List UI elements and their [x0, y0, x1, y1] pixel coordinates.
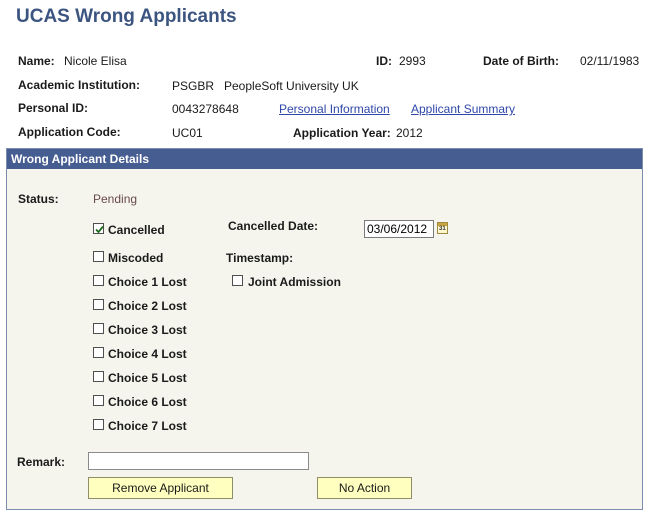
checkbox-choice-2-lost[interactable]: [93, 299, 104, 310]
remark-input[interactable]: [88, 452, 309, 470]
checkbox-label: Choice 6 Lost: [108, 395, 187, 409]
status-label: Status:: [18, 192, 59, 206]
personal-information-link[interactable]: Personal Information: [279, 102, 390, 116]
id-value: 2993: [399, 54, 426, 68]
checkbox-label: Miscoded: [108, 251, 164, 265]
application-code-label: Application Code:: [18, 125, 121, 139]
personal-id-label: Personal ID:: [18, 101, 89, 115]
group-header: Wrong Applicant Details: [7, 149, 642, 169]
name-label: Name:: [18, 54, 55, 68]
checkbox-choice-1-lost[interactable]: [93, 275, 104, 286]
application-code-value: UC01: [172, 126, 203, 140]
name-value: Nicole Elisa: [64, 54, 127, 68]
checkbox-choice-6-lost[interactable]: [93, 395, 104, 406]
institution-label: Academic Institution:: [18, 78, 141, 92]
cancelled-date-label: Cancelled Date:: [228, 219, 319, 233]
remove-applicant-button[interactable]: Remove Applicant: [88, 477, 233, 499]
institution-name: PeopleSoft University UK: [224, 79, 359, 93]
checkbox-label: Cancelled: [108, 223, 165, 237]
checkbox-miscoded[interactable]: [93, 251, 104, 262]
checkbox-label: Choice 3 Lost: [108, 323, 187, 337]
joint-admission-checkbox[interactable]: [232, 275, 243, 286]
checkbox-label: Choice 4 Lost: [108, 347, 187, 361]
checkbox-label: Choice 5 Lost: [108, 371, 187, 385]
id-label: ID:: [376, 54, 392, 68]
status-value: Pending: [93, 192, 138, 206]
dob-label: Date of Birth:: [483, 54, 559, 68]
checkbox-label: Choice 2 Lost: [108, 299, 187, 313]
wrong-applicant-details-group: Wrong Applicant Details Status: Pending …: [6, 148, 643, 510]
application-year-label: Application Year:: [293, 126, 391, 140]
checkbox-choice-7-lost[interactable]: [93, 419, 104, 430]
joint-admission-label: Joint Admission: [248, 275, 341, 289]
application-year-value: 2012: [396, 126, 423, 140]
applicant-summary-link[interactable]: Applicant Summary: [411, 102, 515, 116]
remark-label: Remark:: [17, 455, 66, 469]
timestamp-label: Timestamp:: [226, 251, 294, 265]
page-title: UCAS Wrong Applicants: [16, 6, 237, 27]
checkbox-cancelled[interactable]: [93, 223, 104, 234]
dob-value: 02/11/1983: [580, 54, 640, 68]
no-action-button[interactable]: No Action: [317, 477, 412, 499]
checkbox-label: Choice 7 Lost: [108, 419, 187, 433]
institution-code: PSGBR: [172, 79, 215, 93]
checkbox-label: Choice 1 Lost: [108, 275, 187, 289]
calendar-icon[interactable]: 31: [437, 222, 448, 234]
personal-id-value: 0043278648: [172, 102, 239, 116]
checkbox-choice-5-lost[interactable]: [93, 371, 104, 382]
cancelled-date-input[interactable]: [364, 220, 434, 238]
checkbox-choice-3-lost[interactable]: [93, 323, 104, 334]
checkbox-choice-4-lost[interactable]: [93, 347, 104, 358]
